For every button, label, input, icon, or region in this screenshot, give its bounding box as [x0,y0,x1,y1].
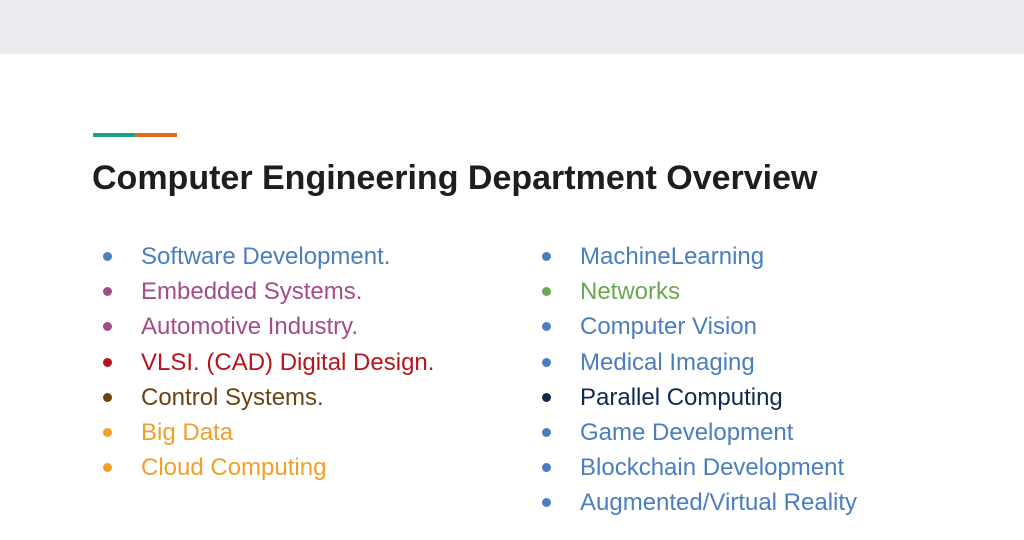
bullet-icon [542,428,551,438]
bullet-icon [103,357,112,367]
list-item-label: MachineLearning [580,243,765,270]
list-item: MachineLearning [542,239,857,274]
list-item-label: Blockchain Development [580,454,845,482]
list-item-label: Software Development. [141,243,391,270]
list-item: Control Systems. [103,380,434,415]
list-item-label: Automotive Industry. [141,313,358,341]
list-item: Automotive Industry. [103,309,434,344]
bullet-icon [103,428,112,438]
bullet-icon [542,322,551,332]
list-item: VLSI. (CAD) Digital Design. [103,345,434,380]
list-item-label: Medical Imaging [580,348,755,376]
list-item: Medical Imaging [542,345,857,380]
list-item-label: Parallel Computing [580,383,783,411]
list-item: Software Development. [103,239,434,274]
bullet-icon [103,392,112,402]
list-item: Augmented/Virtual Reality [542,485,857,520]
bullet-icon [542,392,551,402]
list-item: Networks [542,274,857,309]
list-item-label: VLSI. (CAD) Digital Design. [141,348,435,376]
list-item-label: Augmented/Virtual Reality [580,489,858,517]
bullet-icon [542,498,551,508]
left-bullet-list: Software Development. Embedded Systems. … [103,239,434,485]
list-item-label: Computer Vision [580,313,757,341]
accent-segment-teal [93,133,135,137]
list-item: Embedded Systems. [103,274,434,309]
list-item-label: Control Systems. [141,383,324,411]
bullet-icon [103,252,112,262]
list-item-label: Cloud Computing [141,454,327,482]
list-item: Big Data [103,415,434,450]
list-item-label: Networks [580,278,681,306]
bullet-icon [542,287,551,297]
accent-segment-orange [135,133,177,137]
bullet-icon [542,463,551,473]
bullet-icon [103,322,112,332]
bullet-icon [542,252,551,262]
slide-title: Computer Engineering Department Overview [92,159,818,197]
bullet-icon [542,357,551,367]
list-item: Game Development [542,415,857,450]
list-item: Cloud Computing [103,450,434,485]
list-item: Parallel Computing [542,380,857,415]
list-item-label: Big Data [141,418,234,446]
list-item: Blockchain Development [542,450,857,485]
title-accent-bar [93,133,177,137]
list-item-label: Embedded Systems. [141,278,363,306]
top-band [0,0,1024,54]
bullet-icon [103,287,112,297]
bullet-icon [103,463,112,473]
list-item-label: Game Development [580,418,794,446]
right-bullet-list: MachineLearning Networks Computer Vision… [542,239,857,521]
list-item: Computer Vision [542,309,857,344]
